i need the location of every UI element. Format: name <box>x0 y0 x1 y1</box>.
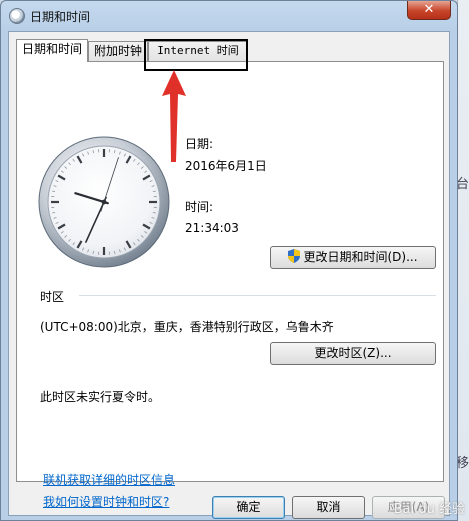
uac-shield-icon <box>288 249 301 263</box>
date-value: 2016年6月1日 <box>185 159 267 173</box>
tab-panel-date-time: 日期: 2016年6月1日 时间: 21:34:03 更改日期和时间(D)...… <box>16 61 444 509</box>
tab-strip: 日期和时间 附加时钟 Internet 时间 <box>16 39 446 62</box>
time-label: 时间: <box>185 200 214 214</box>
watermark: Bai du 经验 <box>393 502 465 517</box>
tab-internet-time[interactable]: Internet 时间 <box>148 41 248 61</box>
time-value: 21:34:03 <box>185 221 239 235</box>
desktop-background <box>457 0 469 521</box>
clock-center-cap <box>101 199 107 205</box>
tab-date-time[interactable]: 日期和时间 <box>16 39 88 62</box>
ok-button[interactable]: 确定 <box>212 496 285 519</box>
datetime-dialog: 日期和时间 ✕ 日期和时间 附加时钟 Internet 时间 日期: 2016年… <box>0 0 458 521</box>
dialog-body: 日期和时间 附加时钟 Internet 时间 日期: 2016年6月1日 时间:… <box>8 31 450 519</box>
timezone-value: (UTC+08:00)北京，重庆，香港特别行政区，乌鲁木齐 <box>40 320 334 334</box>
cancel-button[interactable]: 取消 <box>292 496 365 519</box>
change-timezone-button[interactable]: 更改时区(Z)... <box>270 342 436 365</box>
date-label: 日期: <box>185 137 214 151</box>
window-title: 日期和时间 <box>30 10 91 24</box>
clock-icon <box>9 8 25 24</box>
online-timezone-info-link[interactable]: 联机获取详细的时区信息 <box>43 471 175 488</box>
title-bar[interactable]: 日期和时间 ✕ <box>1 1 457 31</box>
tab-additional-clocks[interactable]: 附加时钟 <box>88 41 148 61</box>
timezone-divider <box>79 295 436 296</box>
dst-note: 此时区未实行夏令时。 <box>40 390 161 404</box>
analog-clock <box>38 136 170 268</box>
timezone-section-label: 时区 <box>40 290 65 304</box>
close-icon: ✕ <box>423 2 435 17</box>
change-date-time-label: 更改日期和时间(D)... <box>303 250 418 264</box>
change-date-time-button[interactable]: 更改日期和时间(D)... <box>270 246 436 269</box>
annotation-arrow <box>162 70 186 162</box>
how-to-set-clock-link[interactable]: 我如何设置时钟和时区? <box>43 493 169 510</box>
close-button[interactable]: ✕ <box>407 1 451 20</box>
